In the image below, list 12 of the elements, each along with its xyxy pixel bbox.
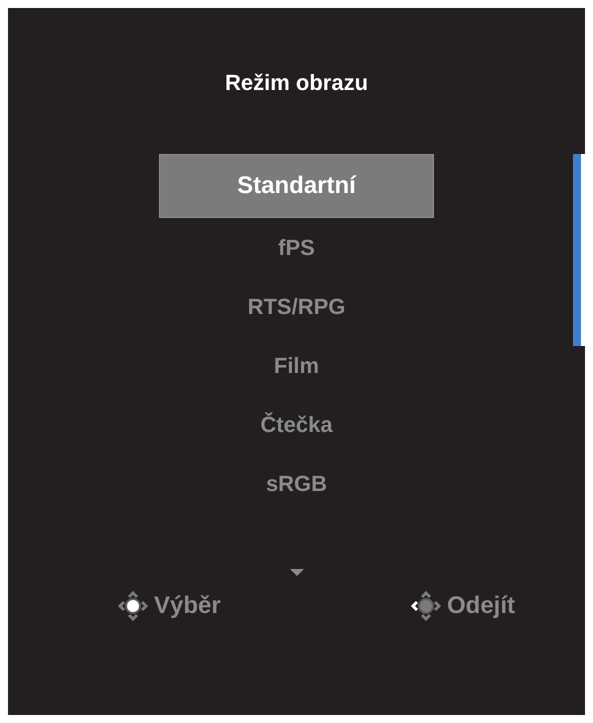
hint-label: Výběr [154, 592, 221, 620]
menu-item[interactable]: Čtečka [159, 395, 434, 454]
menu-title: Režim obrazu [224, 70, 368, 96]
menu-item[interactable]: fPS [159, 218, 434, 277]
menu-item[interactable]: RTS/RPG [159, 277, 434, 336]
joystick-icon [410, 591, 441, 621]
hint-label: Odejít [446, 592, 515, 620]
menu-item[interactable]: Film [159, 336, 434, 395]
joystick-icon [118, 591, 148, 621]
down-arrow-icon [290, 569, 304, 577]
menu-item[interactable]: sRGB [159, 454, 434, 513]
menu-item[interactable]: Standartní [159, 154, 434, 218]
